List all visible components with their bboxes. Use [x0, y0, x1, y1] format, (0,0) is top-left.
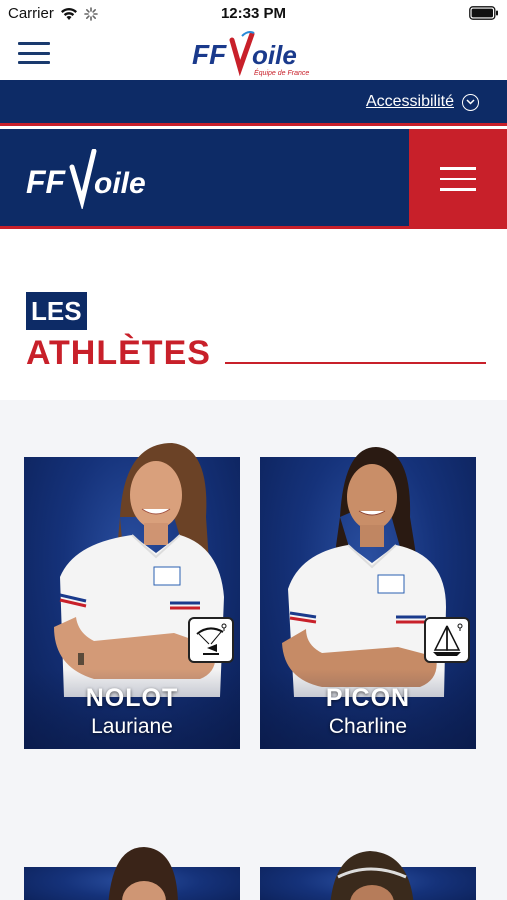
section-tag: LES: [26, 292, 87, 330]
athlete-first-name: Charline: [328, 715, 408, 738]
athletes-grid: NOLOT Lauriane PICON Charline: [0, 400, 507, 900]
logo-subtitle: Équipe de France: [254, 68, 309, 77]
athlete-card[interactable]: [260, 851, 476, 900]
page-title: ATHLÈTES: [26, 334, 211, 372]
brand-band: FF oile: [0, 129, 507, 229]
accessibility-link[interactable]: Accessibilité: [366, 93, 479, 111]
athlete-card[interactable]: PICON Charline: [260, 447, 476, 749]
athlete-last-name: NOLOT: [85, 684, 179, 712]
windsurf-icon: [424, 617, 470, 663]
accessibility-bar: Accessibilité: [0, 80, 507, 126]
athlete-first-name: Lauriane: [91, 715, 173, 738]
svg-text:oile: oile: [252, 40, 297, 70]
menu-icon[interactable]: [18, 42, 50, 64]
athlete-photo: [108, 847, 178, 900]
site-menu-button[interactable]: [409, 129, 507, 229]
athlete-card[interactable]: NOLOT Lauriane: [24, 443, 240, 749]
athlete-last-name: PICON: [325, 684, 411, 712]
ffvoile-logo[interactable]: FF oile Équipe de France: [190, 28, 320, 78]
accessibility-label: Accessibilité: [365, 93, 454, 110]
app-header: FF oile Équipe de France: [0, 28, 507, 80]
status-time: 12:33 PM: [220, 5, 287, 22]
svg-text:oile: oile: [94, 167, 146, 200]
athlete-card[interactable]: [24, 847, 240, 900]
title-divider: [224, 361, 486, 364]
status-bar: Carrier 12:33 PM: [0, 0, 507, 28]
chevron-down-icon: [462, 93, 479, 111]
section-heading: LES ATHLÈTES: [26, 292, 486, 373]
battery-icon: [469, 6, 499, 24]
svg-text:FF: FF: [26, 164, 67, 200]
athlete-photo: [330, 851, 414, 900]
svg-text:FF: FF: [192, 39, 227, 70]
kitefoil-icon: [188, 617, 234, 663]
ffvoile-white-logo[interactable]: FF oile: [26, 149, 176, 209]
